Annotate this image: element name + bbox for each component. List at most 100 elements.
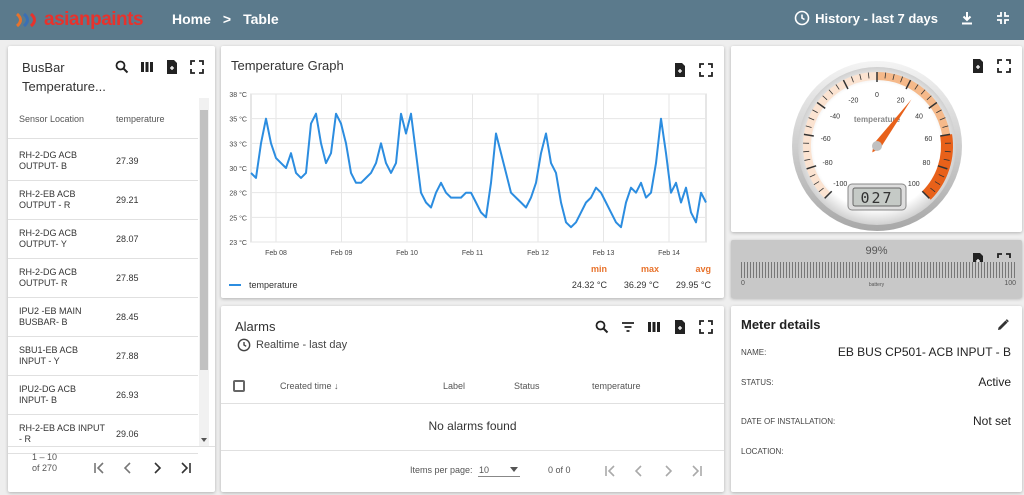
row-temperature: 27.85 [116,273,139,283]
gauge-tick-label: 100 [908,181,920,188]
history-timewindow-button[interactable]: History - last 7 days [794,10,938,26]
table-row[interactable]: RH-2-DG ACB OUTPUT- R 27.85 [8,259,198,298]
asianpaints-logo-icon [15,12,36,28]
last-page-icon[interactable] [690,464,704,478]
fullscreen-icon[interactable] [996,58,1012,74]
widget-title: Meter details [741,317,821,332]
search-icon[interactable] [114,59,130,75]
battery-max: 100 [1004,280,1016,287]
legend-swatch [229,284,241,286]
row-location: RH-2-EB ACB OUTPUT - R [19,189,76,210]
row-temperature: 29.21 [116,195,139,205]
row-location: SBU1-EB ACB INPUT - Y [19,345,79,366]
top-bar: asianpaints Home > Table History - last … [0,0,1024,40]
next-page-icon[interactable] [150,461,164,475]
gauge-tick-label: -20 [848,98,858,105]
table-row[interactable]: IPU2 -EB MAIN BUSBAR- B 28.45 [8,298,198,337]
previous-page-icon[interactable] [121,461,135,475]
gauge-tick-label: -80 [822,160,832,167]
alarms-timewindow[interactable]: Realtime - last day [237,338,347,352]
scrollbar-thumb[interactable] [200,110,208,370]
gauge-tick-label: 60 [924,136,932,143]
table-row[interactable]: SBU1-EB ACB INPUT - Y 27.88 [8,337,198,376]
sort-down-icon: ↓ [334,381,339,391]
name-value: EB BUS CP501- ACB INPUT - B [837,345,1011,359]
stat-max-label: max [640,264,659,274]
status-label: STATUS: [741,378,774,387]
column-header-created-time[interactable]: Created time ↓ [280,381,339,391]
select-all-checkbox[interactable] [233,380,245,392]
x-tick-label: Feb 13 [593,250,615,257]
column-header-label[interactable]: Label [443,381,465,391]
columns-icon[interactable] [139,59,155,75]
scroll-down-icon[interactable] [200,437,208,443]
next-page-icon[interactable] [661,464,675,478]
gauge-hub [872,141,882,151]
breadcrumb-current: Table [243,11,279,27]
legend-label: temperature [249,280,298,290]
fullscreen-icon[interactable] [698,319,714,335]
y-tick-label: 25 °C [229,214,247,222]
stat-max-value: 36.29 °C [623,280,659,290]
filter-icon[interactable] [620,319,636,335]
temperature-line-chart[interactable]: 38 °C 35 °C 33 °C 30 °C 28 °C 25 °C 23 °C Feb 0… [221,46,724,264]
row-temperature: 26.93 [116,390,139,400]
previous-page-icon[interactable] [632,464,646,478]
column-header-location[interactable]: Sensor Location [8,114,106,124]
series-line-temperature[interactable] [250,112,707,229]
table-row[interactable]: RH-2-EB ACB OUTPUT - R 29.21 [8,181,198,220]
first-page-icon[interactable] [92,461,106,475]
exit-fullscreen-icon[interactable] [996,11,1010,25]
items-per-page-select[interactable]: 10 [478,461,520,477]
meter-status-row: STATUS: Active [741,375,1011,389]
header-actions: History - last 7 days [794,10,1010,26]
row-location: RH-2-DG ACB OUTPUT- Y [19,228,78,249]
y-tick-label: 30 °C [229,165,247,173]
x-tick-label: Feb 10 [396,250,418,257]
stat-avg: avg 29.95 °C [676,264,711,290]
row-location: IPU2-DG ACB INPUT- B [19,384,77,405]
alarms-range: 0 of 0 [548,465,571,475]
created-time-label: Created time [280,381,332,391]
row-temperature: 27.39 [116,156,139,166]
x-tick-label: Feb 14 [658,250,680,257]
clock-icon [794,10,810,26]
table-body: RH-2-DG ACB OUTPUT- B 27.39 RH-2-EB ACB OU… [8,142,198,454]
export-file-icon[interactable] [164,59,180,75]
x-tick-label: Feb 12 [527,250,549,257]
column-header-status[interactable]: Status [514,381,540,391]
export-file-icon[interactable] [970,58,986,74]
legend-item[interactable]: temperature [229,280,298,290]
brand-logo[interactable]: asianpaints [14,8,144,32]
last-page-icon[interactable] [179,461,193,475]
widget-toolbar [594,319,714,335]
x-tick-label: Feb 11 [462,250,483,257]
gauge-tick-label: -40 [830,113,840,120]
table-row[interactable]: IPU2-DG ACB INPUT- B 26.93 [8,376,198,415]
fullscreen-icon[interactable] [189,59,205,75]
table-row[interactable]: RH-2-DG ACB OUTPUT- B 27.39 [8,142,198,181]
gauge-tick-label: -100 [833,181,847,188]
breadcrumb: Home > Table [172,11,279,27]
clock-icon [237,338,251,352]
table-pager: 1 – 10 of 270 [8,446,215,492]
meter-name-row: NAME: EB BUS CP501- ACB INPUT - B [741,345,1011,359]
download-icon[interactable] [960,11,974,25]
meter-details-widget: Meter details NAME: EB BUS CP501- ACB INP… [731,306,1022,492]
first-page-icon[interactable] [603,464,617,478]
breadcrumb-home[interactable]: Home [172,11,211,27]
gauge-tick-label: 0 [875,92,879,99]
export-file-icon[interactable] [672,319,688,335]
history-label: History - last 7 days [815,10,938,26]
widget-toolbar [970,58,1012,74]
stat-min: min 24.32 °C [572,264,607,290]
edit-pencil-icon[interactable] [996,318,1010,332]
table-scrollbar[interactable] [199,98,209,446]
columns-icon[interactable] [646,319,662,335]
column-header-temperature[interactable]: temperature [106,114,165,124]
alarms-pager: Items per page: 10 0 of 0 [221,450,724,492]
column-header-temperature[interactable]: temperature [592,381,641,391]
table-row[interactable]: RH-2-DG ACB OUTPUT- Y 28.07 [8,220,198,259]
y-tick-label: 23 °C [229,239,247,247]
search-icon[interactable] [594,319,610,335]
